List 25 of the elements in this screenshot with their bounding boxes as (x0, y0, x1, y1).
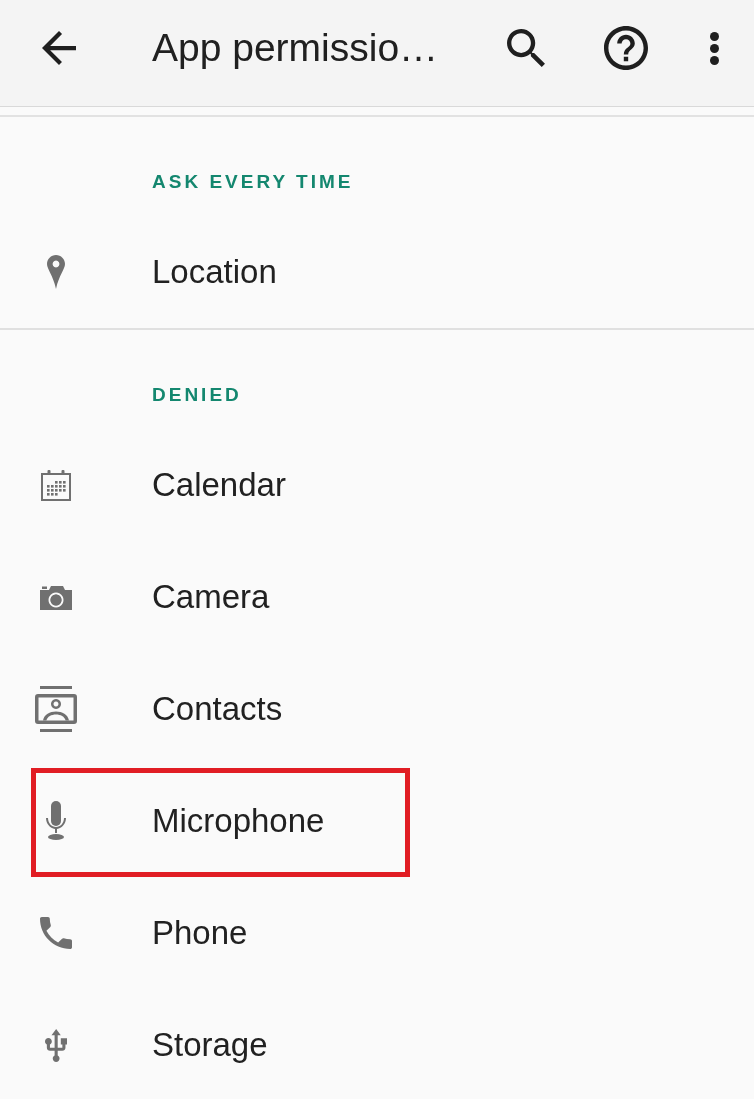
permission-item[interactable]: Contacts (0, 653, 754, 765)
help-icon (604, 26, 648, 70)
contact-card-icon (35, 686, 77, 732)
permission-item[interactable]: Calendar (0, 429, 754, 541)
phone-handset-icon (40, 917, 72, 949)
permission-item[interactable]: Storage (0, 989, 754, 1099)
more-options-icon (710, 31, 719, 65)
permission-item[interactable]: Location (0, 216, 754, 328)
usb-icon (45, 1028, 67, 1062)
section-header: ASK EVERY TIME (152, 171, 354, 192)
permission-item[interactable]: Microphone (0, 765, 754, 877)
permission-item[interactable]: Camera (0, 541, 754, 653)
back-arrow-icon (42, 31, 76, 65)
back-button[interactable] (42, 31, 76, 65)
calendar-icon (40, 469, 72, 501)
permission-item[interactable]: Phone (0, 877, 754, 989)
search-icon (507, 29, 545, 67)
section-header: DENIED (152, 384, 242, 405)
camera-icon (40, 584, 72, 610)
help-button[interactable] (604, 26, 648, 70)
map-pin-icon (47, 255, 65, 289)
search-button[interactable] (507, 29, 545, 67)
screen-title: App permissio… (152, 25, 439, 71)
more-options-button[interactable] (710, 31, 719, 65)
microphone-icon (45, 801, 67, 841)
